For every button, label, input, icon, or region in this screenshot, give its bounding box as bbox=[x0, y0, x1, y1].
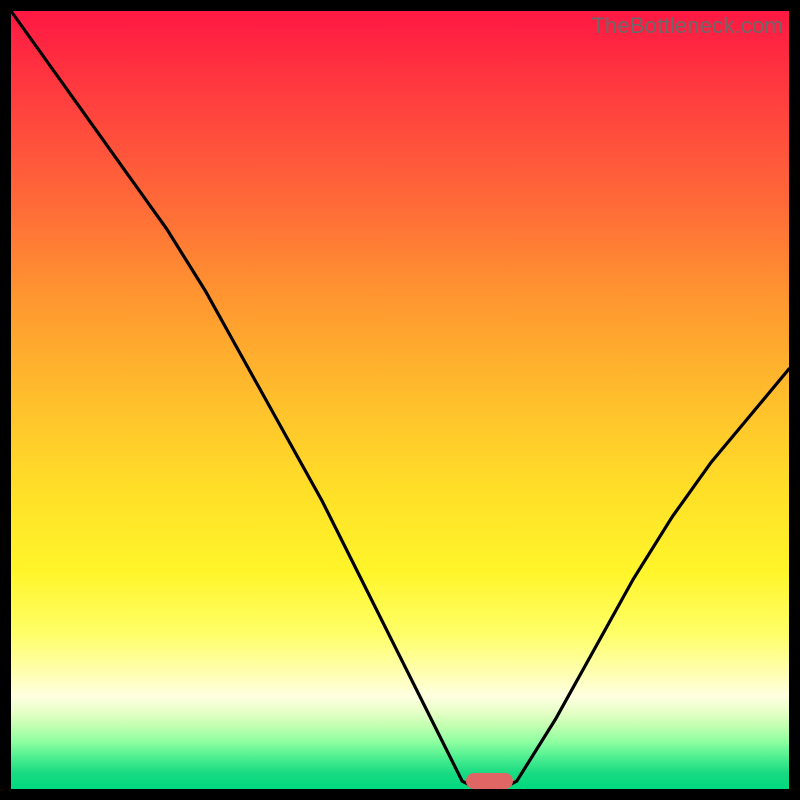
bottleneck-curve bbox=[11, 11, 789, 789]
optimal-marker bbox=[466, 773, 513, 789]
chart-frame: TheBottleneck.com bbox=[11, 11, 789, 789]
curve-path bbox=[11, 11, 789, 789]
